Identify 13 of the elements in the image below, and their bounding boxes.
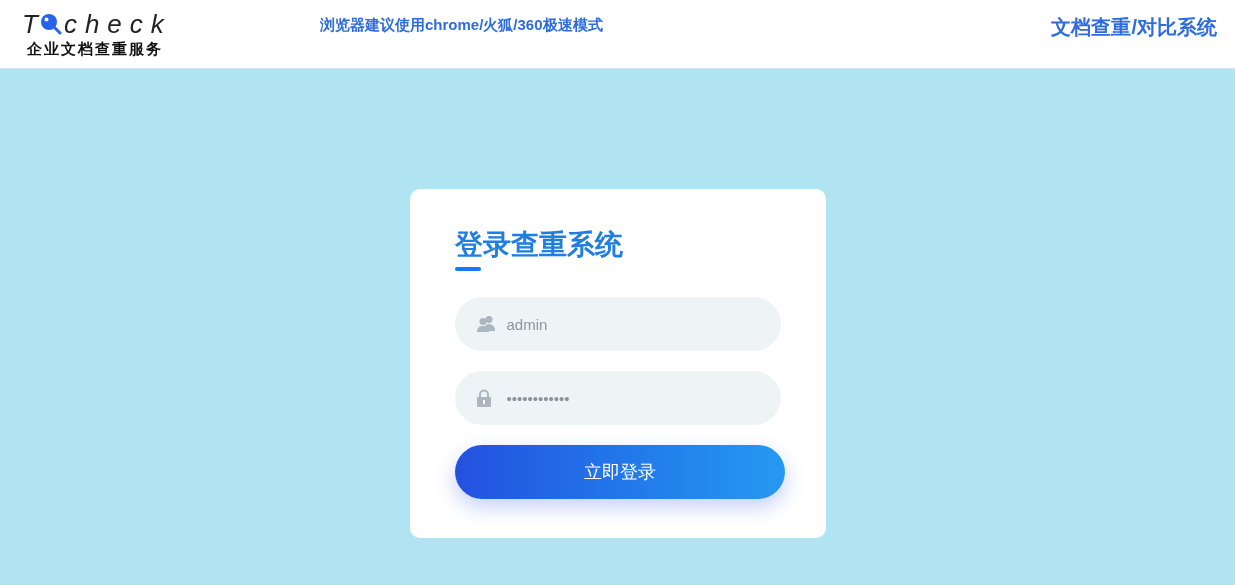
magnifier-icon	[39, 13, 62, 35]
password-field[interactable]: ••••••••••••	[454, 371, 781, 425]
username-field[interactable]: admin	[454, 297, 781, 351]
users-icon	[475, 315, 496, 333]
system-title: 文档查重/对比系统	[1051, 15, 1217, 40]
browser-notice: 浏览器建议使用chrome/火狐/360极速模式	[320, 15, 603, 35]
logo-subtitle: 企业文档查重服务	[26, 39, 164, 59]
login-title: 登录查重系统	[454, 228, 624, 262]
title-underline	[454, 267, 481, 271]
login-button[interactable]: 立即登录	[454, 445, 785, 499]
logo-letter: T	[22, 10, 38, 38]
logo-text: check	[63, 10, 172, 38]
lock-icon	[475, 389, 492, 407]
